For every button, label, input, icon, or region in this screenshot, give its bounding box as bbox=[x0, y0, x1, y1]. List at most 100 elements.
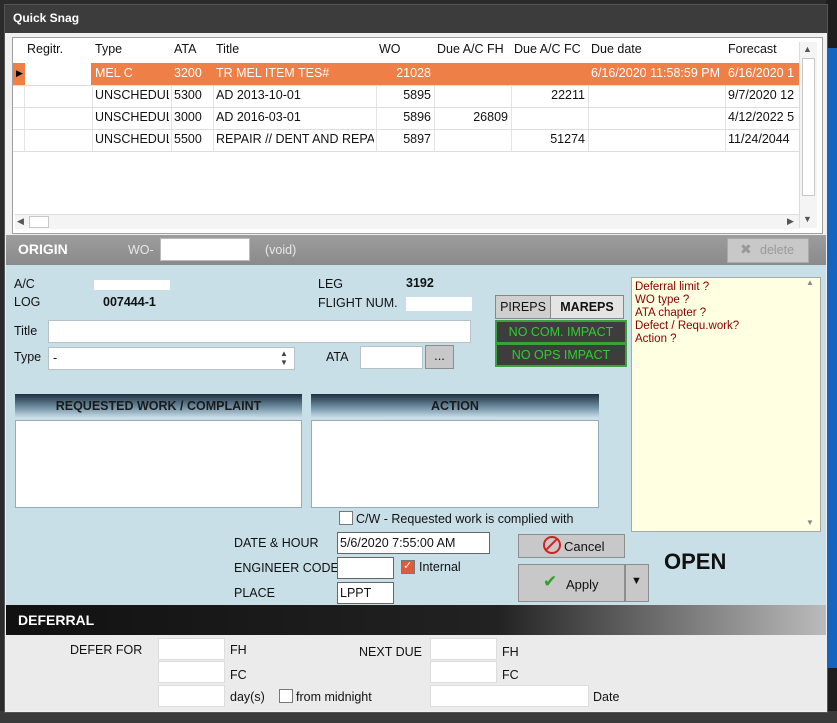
checklist-notes: Deferral limit ? WO type ? ATA chapter ?… bbox=[631, 277, 821, 532]
delete-label: delete bbox=[760, 243, 795, 257]
table-row[interactable]: UNSCHEDUL 5500 REPAIR // DENT AND REPAI … bbox=[13, 129, 799, 152]
com-impact-toggle[interactable]: NO COM. IMPACT bbox=[495, 320, 627, 344]
spinner-icon[interactable]: ▲ ▼ bbox=[280, 349, 288, 367]
defer-days-input[interactable] bbox=[158, 685, 225, 707]
delete-icon: ✖ bbox=[740, 241, 752, 257]
next-due-fh-input[interactable] bbox=[430, 638, 497, 660]
ata-input[interactable] bbox=[360, 346, 423, 369]
cw-checkbox[interactable] bbox=[339, 511, 353, 525]
flight-num-field[interactable] bbox=[406, 297, 472, 311]
grid-vertical-scrollbar[interactable]: ▲ ▼ bbox=[799, 42, 817, 228]
type-select[interactable]: - ▲ ▼ bbox=[48, 347, 295, 370]
ata-label: ATA bbox=[326, 350, 349, 364]
scroll-right-icon[interactable]: ▶ bbox=[787, 216, 794, 227]
tab-pireps[interactable]: PIREPS bbox=[495, 295, 551, 319]
column-header-type[interactable]: Type bbox=[95, 42, 122, 60]
log-label: LOG bbox=[14, 295, 41, 309]
next-due-fh-label: FH bbox=[502, 645, 519, 659]
title-label: Title bbox=[14, 324, 38, 338]
column-header-regitr[interactable]: Regitr. bbox=[27, 42, 63, 60]
cell-due-date bbox=[591, 85, 725, 106]
scroll-thumb[interactable] bbox=[802, 58, 815, 196]
ata-browse-button[interactable]: ... bbox=[425, 345, 454, 369]
next-due-label: NEXT DUE bbox=[359, 645, 422, 659]
apply-button[interactable]: ✔ Apply bbox=[518, 564, 625, 602]
cell-ata: 3200 bbox=[174, 66, 202, 80]
place-label: PLACE bbox=[234, 586, 275, 600]
place-input[interactable]: LPPT bbox=[337, 582, 394, 604]
flight-num-label: FLIGHT NUM. bbox=[318, 296, 398, 310]
cell-due-fh bbox=[434, 129, 508, 150]
defer-fh-input[interactable] bbox=[158, 638, 225, 660]
origin-panel: A/C LOG 007444-1 LEG 3192 FLIGHT NUM. Ti… bbox=[6, 265, 826, 605]
cancel-button[interactable]: Cancel bbox=[518, 534, 625, 558]
table-row[interactable]: UNSCHEDUL 3000 AD 2016-03-01 5896 26809 … bbox=[13, 107, 799, 130]
cell-ata: 5300 bbox=[174, 88, 202, 102]
engineer-code-input[interactable] bbox=[337, 557, 394, 579]
cell-forecast: 6/16/2020 1 bbox=[728, 66, 795, 80]
hscroll-thumb[interactable] bbox=[29, 216, 49, 228]
requested-work-textarea[interactable] bbox=[15, 420, 302, 508]
cell-wo: 21028 bbox=[396, 66, 431, 80]
wo-input[interactable] bbox=[160, 238, 250, 261]
grid-horizontal-scrollbar[interactable]: ◀ ▶ bbox=[15, 214, 799, 229]
cell-forecast: 11/24/2044 bbox=[728, 132, 790, 146]
column-header-wo[interactable]: WO bbox=[379, 42, 401, 60]
ac-label: A/C bbox=[14, 277, 35, 291]
internal-label: Internal bbox=[419, 560, 461, 574]
next-due-date-input[interactable] bbox=[430, 685, 589, 707]
cell-due-fc: 51274 bbox=[550, 132, 585, 146]
snag-grid: Regitr. Type ATA Title WO Due A/C FH Due… bbox=[12, 37, 823, 234]
ops-impact-toggle[interactable]: NO OPS IMPACT bbox=[495, 343, 627, 367]
from-midnight-checkbox[interactable] bbox=[279, 689, 293, 703]
delete-button[interactable]: ✖ delete bbox=[727, 238, 809, 263]
scroll-down-icon[interactable]: ▼ bbox=[803, 214, 812, 224]
cell-type: MEL C bbox=[95, 66, 133, 80]
scroll-left-icon[interactable]: ◀ bbox=[17, 216, 24, 227]
type-label: Type bbox=[14, 350, 42, 364]
title-bar[interactable]: Quick Snag bbox=[5, 5, 827, 33]
table-row[interactable]: ▶ MEL C 3200 TR MEL ITEM TES# 21028 6/16… bbox=[13, 63, 799, 86]
column-header-due-fh[interactable]: Due A/C FH bbox=[437, 42, 504, 60]
notes-scroll-up-icon[interactable]: ▲ bbox=[806, 278, 814, 287]
column-header-forecast[interactable]: Forecast bbox=[728, 42, 777, 60]
cell-due-fh bbox=[434, 85, 508, 106]
requested-work-header: REQUESTED WORK / COMPLAINT bbox=[15, 394, 302, 418]
check-icon: ✓ bbox=[403, 560, 413, 572]
deferral-title: DEFERRAL bbox=[18, 612, 95, 628]
notes-scroll-down-icon[interactable]: ▼ bbox=[806, 518, 814, 527]
table-row[interactable]: UNSCHEDUL 5300 AD 2013-10-01 5895 22211 … bbox=[13, 85, 799, 108]
date-hour-input[interactable]: 5/6/2020 7:55:00 AM bbox=[337, 532, 490, 554]
apply-dropdown-button[interactable]: ▼ bbox=[625, 564, 649, 602]
cell-due-fh: 26809 bbox=[473, 110, 508, 124]
title-input[interactable] bbox=[48, 320, 471, 343]
action-textarea[interactable] bbox=[311, 420, 599, 508]
cell-type: UNSCHEDUL bbox=[95, 132, 169, 146]
defer-for-label: DEFER FOR bbox=[70, 643, 143, 657]
ac-field[interactable] bbox=[94, 280, 170, 290]
next-due-date-label: Date bbox=[593, 690, 620, 704]
column-header-title[interactable]: Title bbox=[216, 42, 239, 60]
chevron-down-icon: ▼ bbox=[631, 575, 642, 587]
tab-mareps[interactable]: MAREPS bbox=[550, 295, 624, 319]
internal-checkbox[interactable]: ✓ bbox=[401, 560, 415, 574]
log-value: 007444-1 bbox=[103, 295, 156, 309]
defer-fh-label: FH bbox=[230, 643, 247, 657]
cancel-label: Cancel bbox=[564, 539, 605, 554]
cell-type: UNSCHEDUL bbox=[95, 88, 169, 102]
column-header-due-fc[interactable]: Due A/C FC bbox=[514, 42, 581, 60]
cell-due-date bbox=[591, 129, 725, 150]
column-header-ata[interactable]: ATA bbox=[174, 42, 196, 60]
window-title: Quick Snag bbox=[13, 11, 80, 25]
defer-fc-input[interactable] bbox=[158, 661, 225, 683]
row-indicator-icon: ▶ bbox=[16, 68, 23, 78]
scroll-up-icon[interactable]: ▲ bbox=[803, 44, 812, 54]
cell-due-fh bbox=[434, 63, 508, 84]
leg-value: 3192 bbox=[406, 276, 434, 290]
status-label: OPEN bbox=[664, 549, 727, 574]
next-due-fc-label: FC bbox=[502, 668, 519, 682]
cell-due-date bbox=[591, 107, 725, 128]
next-due-fc-input[interactable] bbox=[430, 661, 497, 683]
grid-body: ▶ MEL C 3200 TR MEL ITEM TES# 21028 6/16… bbox=[13, 63, 799, 152]
column-header-due-date[interactable]: Due date bbox=[591, 42, 642, 60]
